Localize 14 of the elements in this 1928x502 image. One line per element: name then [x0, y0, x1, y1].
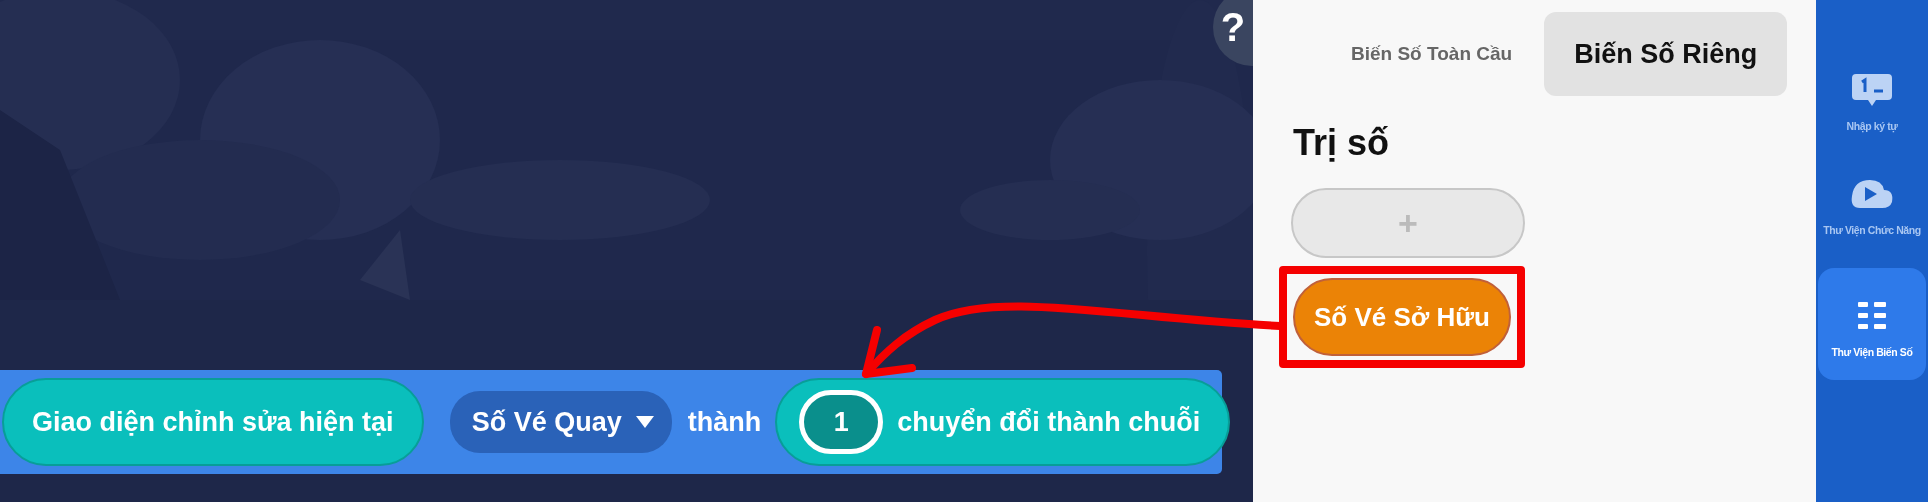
- sidebar-item[interactable]: Nhập ký tự: [1818, 60, 1926, 142]
- variable-block[interactable]: Số Vé Sở Hữu: [1293, 278, 1511, 356]
- sidebar-item[interactable]: Thư Viện Chức Năng: [1818, 164, 1926, 246]
- block-label: chuyển đổi thành chuỗi: [897, 406, 1201, 438]
- section-title: Trị số: [1293, 122, 1391, 164]
- tab[interactable]: Biến Số Toàn Cầu: [1327, 19, 1535, 89]
- number-input[interactable]: 1: [799, 390, 884, 454]
- reporter-block[interactable]: Giao diện chỉnh sửa hiện tại: [2, 378, 424, 466]
- tab[interactable]: Biến Số Riêng: [1544, 12, 1788, 96]
- variable-dropdown[interactable]: Số Vé Quay: [449, 391, 672, 453]
- block-label: thành: [687, 406, 762, 438]
- caret-icon: [635, 416, 654, 428]
- reporter-block[interactable]: 1 chuyển đổi thành chuỗi: [775, 378, 1231, 466]
- sidebar-item[interactable]: Thư Viện Biến Số: [1818, 268, 1926, 380]
